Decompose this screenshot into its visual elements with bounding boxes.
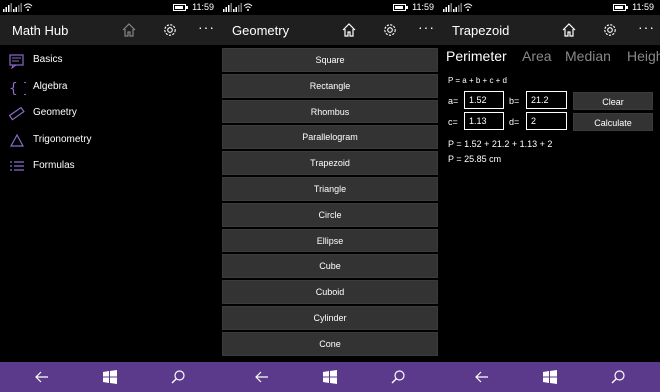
more-icon[interactable]: ···	[418, 19, 434, 35]
input-c[interactable]	[464, 112, 504, 130]
menu-item-label: Geometry	[33, 107, 77, 119]
system-nav-bar	[220, 362, 440, 392]
windows-icon[interactable]	[102, 369, 118, 385]
gear-icon[interactable]	[602, 22, 618, 38]
ruler-icon	[8, 106, 25, 121]
system-nav-bar	[0, 362, 220, 392]
home-icon[interactable]	[341, 22, 357, 38]
signal-icon-2	[13, 3, 22, 12]
shape-button-cone[interactable]: Cone	[222, 331, 438, 356]
system-nav-bar	[440, 362, 660, 392]
signal-icon	[3, 3, 12, 12]
trapezoid-screen: 11:59 Trapezoid ··· Perimeter Area Media…	[440, 0, 660, 392]
app-header: Math Hub ···	[0, 15, 220, 45]
battery-icon	[393, 4, 408, 11]
status-bar: 11:59	[220, 0, 440, 15]
shape-button-triangle[interactable]: Triangle	[222, 176, 438, 201]
back-arrow-icon[interactable]	[34, 369, 50, 385]
home-icon[interactable]	[121, 22, 137, 38]
page-title: Math Hub	[12, 23, 69, 38]
menu-item-basics[interactable]: Basics	[0, 48, 220, 75]
shape-button-cuboid[interactable]: Cuboid	[222, 280, 438, 304]
search-icon[interactable]	[610, 369, 626, 385]
status-bar: 11:59	[0, 0, 220, 15]
wifi-icon	[463, 3, 473, 11]
shape-button-trapezoid[interactable]: Trapezoid	[222, 151, 438, 175]
shape-list: Square Rectangle Rhombus Parallelogram T…	[222, 48, 438, 358]
windows-icon[interactable]	[542, 369, 558, 385]
status-time: 11:59	[632, 2, 654, 12]
menu-item-algebra[interactable]: { } Algebra	[0, 75, 220, 102]
svg-text:{ }: { }	[9, 81, 26, 97]
battery-icon	[173, 4, 188, 11]
triangle-icon	[9, 133, 25, 147]
tab-median[interactable]: Median	[565, 48, 611, 64]
shape-button-rectangle[interactable]: Rectangle	[222, 73, 438, 98]
menu-item-geometry[interactable]: Geometry	[0, 101, 220, 128]
shape-button-ellipse[interactable]: Ellipse	[222, 228, 438, 253]
signal-icon	[223, 3, 232, 12]
notes-icon	[9, 54, 24, 70]
input-b[interactable]	[526, 91, 567, 109]
page-title: Trapezoid	[452, 23, 510, 38]
wifi-icon	[23, 3, 33, 11]
tab-perimeter[interactable]: Perimeter	[446, 48, 507, 64]
shape-button-cube[interactable]: Cube	[222, 254, 438, 279]
gear-icon[interactable]	[382, 22, 398, 38]
menu-item-label: Algebra	[33, 80, 68, 92]
braces-icon: { }	[9, 81, 26, 97]
label-b: b=	[509, 96, 520, 106]
more-icon[interactable]: ···	[638, 19, 654, 35]
more-icon[interactable]: ···	[198, 19, 214, 35]
formula-text: P = a + b + c + d	[448, 76, 508, 85]
back-arrow-icon[interactable]	[474, 369, 490, 385]
input-a[interactable]	[464, 91, 504, 109]
home-icon[interactable]	[561, 22, 577, 38]
app-header: Geometry ···	[220, 15, 440, 45]
shape-button-circle[interactable]: Circle	[222, 202, 438, 227]
list-icon	[10, 161, 24, 171]
shape-button-rhombus[interactable]: Rhombus	[222, 99, 438, 124]
result-text: P = 25.85 cm	[448, 154, 502, 164]
input-d[interactable]	[526, 112, 567, 130]
geometry-screen: 11:59 Geometry ··· Square Rectangle Rhom…	[220, 0, 440, 392]
pivot-tabs: Perimeter Area Median Height	[440, 48, 660, 68]
menu-item-label: Trigonometry	[33, 133, 92, 145]
expression-text: P = 1.52 + 21.2 + 1.13 + 2	[448, 139, 553, 149]
back-arrow-icon[interactable]	[254, 369, 270, 385]
signal-icon	[443, 3, 452, 12]
search-icon[interactable]	[390, 369, 406, 385]
menu-item-trigonometry[interactable]: Trigonometry	[0, 128, 220, 155]
signal-icon-2	[233, 3, 242, 12]
page-title: Geometry	[232, 23, 290, 38]
menu-item-label: Basics	[33, 54, 63, 65]
tab-height[interactable]: Height	[627, 48, 660, 64]
status-bar: 11:59	[440, 0, 660, 15]
label-a: a=	[448, 96, 459, 106]
main-menu: Basics { } Algebra Geometry Trigonometry…	[0, 48, 220, 181]
status-time: 11:59	[412, 2, 434, 12]
clear-button[interactable]: Clear	[573, 92, 653, 110]
shape-button-parallelogram[interactable]: Parallelogram	[222, 125, 438, 150]
math-hub-screen: 11:59 Math Hub ··· Basics { } Algebra Ge…	[0, 0, 220, 392]
gear-icon[interactable]	[162, 22, 178, 38]
label-c: c=	[448, 117, 458, 127]
tab-area[interactable]: Area	[522, 48, 552, 64]
menu-item-label: Formulas	[33, 160, 75, 172]
signal-icon-2	[453, 3, 462, 12]
menu-item-formulas[interactable]: Formulas	[0, 154, 220, 181]
windows-icon[interactable]	[322, 369, 338, 385]
battery-icon	[613, 4, 628, 11]
status-time: 11:59	[192, 2, 214, 12]
calculate-button[interactable]: Calculate	[573, 113, 653, 131]
shape-button-cylinder[interactable]: Cylinder	[222, 305, 438, 330]
label-d: d=	[509, 117, 520, 127]
wifi-icon	[243, 3, 253, 11]
app-header: Trapezoid ···	[440, 15, 660, 45]
shape-button-square[interactable]: Square	[222, 48, 438, 72]
search-icon[interactable]	[170, 369, 186, 385]
